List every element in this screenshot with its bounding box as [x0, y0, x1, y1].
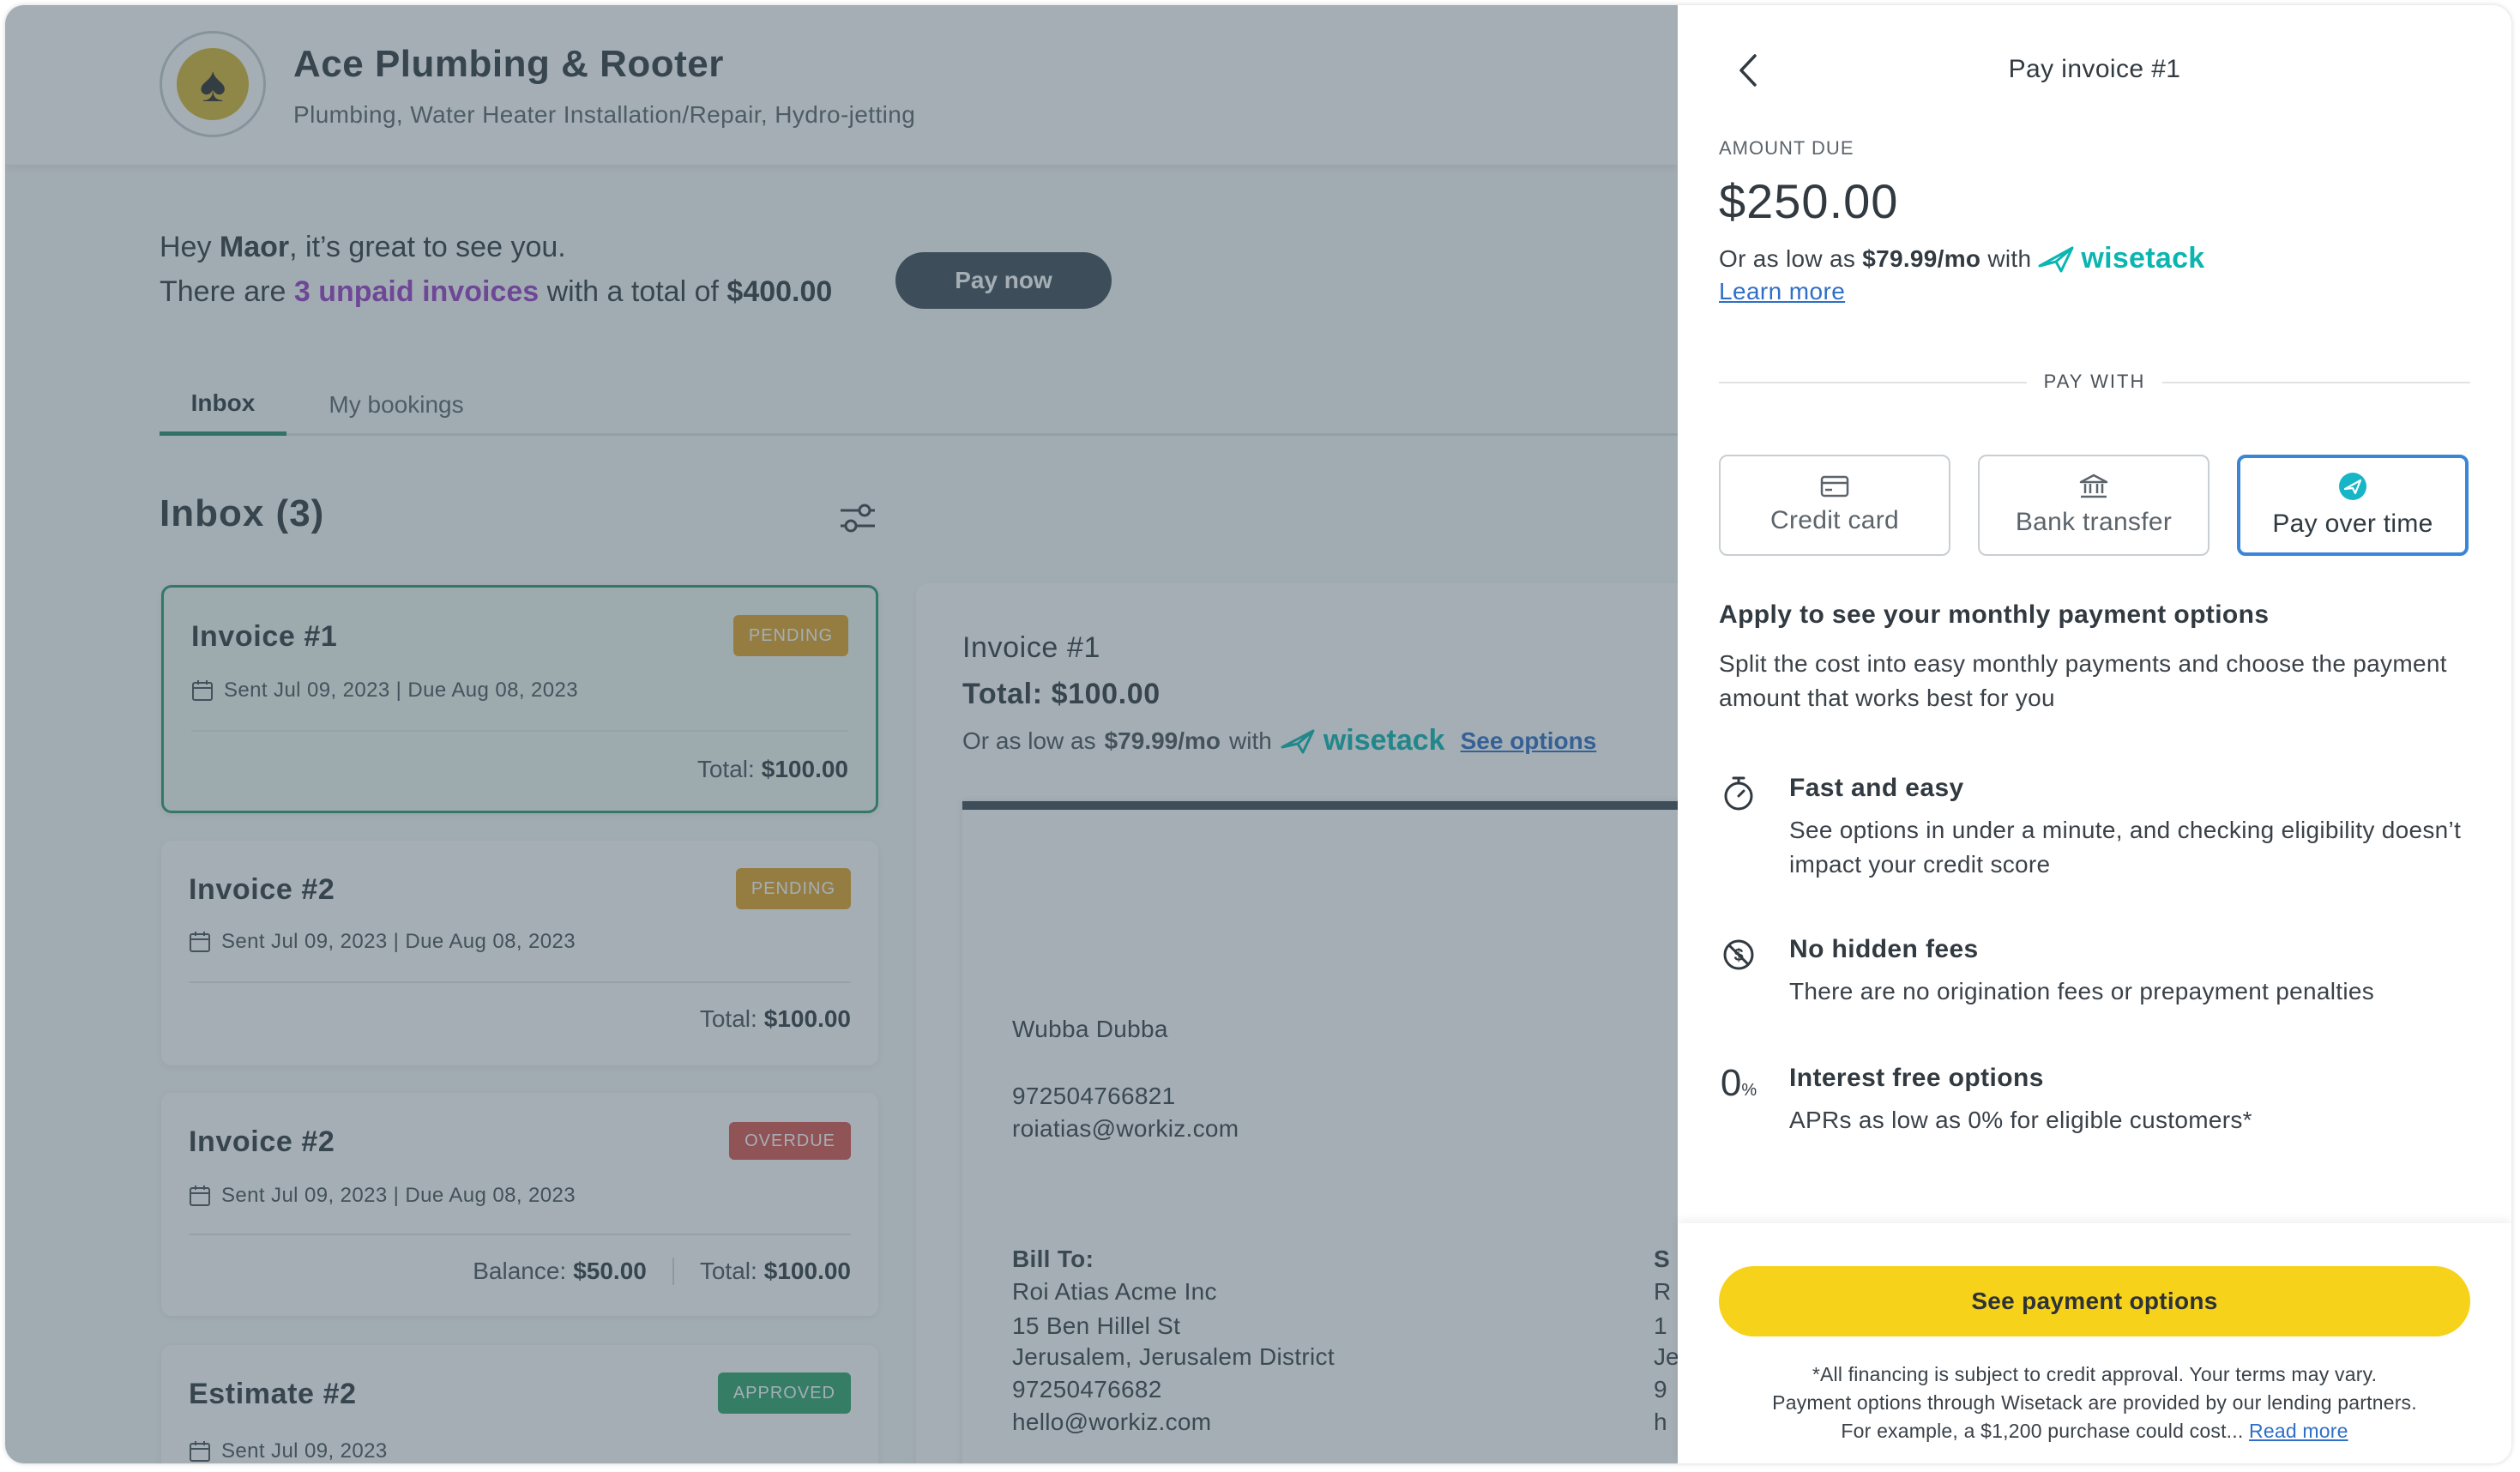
no-fees-icon: $ [1719, 935, 1758, 974]
financing-line: Or as low as $79.99/mo with wisetack [1719, 242, 2205, 275]
zero-digit: 0 [1720, 1062, 1742, 1104]
feature-title: No hidden fees [1789, 935, 1979, 963]
pay-invoice-panel: Pay invoice #1 AMOUNT DUE $250.00 Or as … [1678, 5, 2511, 1463]
amount-due-label: AMOUNT DUE [1719, 137, 1854, 159]
zero-percent-icon: 0% [1719, 1062, 1758, 1104]
method-label: Bank transfer [2015, 508, 2173, 536]
feature-description: There are no origination fees or prepaym… [1789, 978, 2375, 1004]
app-window: ♠ Ace Plumbing & Rooter Plumbing, Water … [5, 5, 2511, 1463]
disclaimer-line: For example, a $1,200 purchase could cos… [1712, 1417, 2477, 1445]
feature-title: Fast and easy [1789, 774, 1964, 802]
modal-backdrop[interactable] [5, 5, 1678, 1463]
bank-icon [2079, 474, 2108, 498]
pay-with-label-wrap: PAY WITH [1719, 371, 2470, 393]
wisetack-bird-icon [2038, 246, 2074, 272]
learn-more-link[interactable]: Learn more [1719, 278, 1845, 305]
method-label: Credit card [1769, 506, 1900, 534]
pay-with-label: PAY WITH [2026, 371, 2163, 392]
disclaimer-line: *All financing is subject to credit appr… [1812, 1363, 2378, 1385]
feature-interest-free: 0% Interest free options APRs as low as … [1719, 1062, 2474, 1133]
feature-description: APRs as low as 0% for eligible customers… [1789, 1107, 2252, 1133]
panel-title: Pay invoice #1 [2008, 55, 2181, 83]
feature-description: See options in under a minute, and check… [1789, 817, 2462, 878]
disclaimer-line: Payment options through Wisetack are pro… [1772, 1391, 2417, 1414]
stopwatch-icon [1719, 774, 1758, 813]
disclaimer-example: For example, a $1,200 purchase could cos… [1841, 1420, 2244, 1442]
method-pay-over-time[interactable]: Pay over time [2237, 455, 2469, 556]
apply-description: Split the cost into easy monthly payment… [1719, 650, 2447, 711]
feature-no-hidden-fees: $ No hidden fees There are no originatio… [1719, 935, 2474, 1004]
lowas-with: with [1987, 244, 2032, 272]
feature-fast-and-easy: Fast and easy See options in under a min… [1719, 774, 2474, 878]
amount-due-value: $250.00 [1719, 174, 1899, 228]
read-more-link[interactable]: Read more [2249, 1420, 2348, 1442]
method-credit-card[interactable]: Credit card [1719, 455, 1950, 556]
method-label: Pay over time [2272, 510, 2433, 538]
see-payment-options-button[interactable]: See payment options [1719, 1266, 2470, 1336]
wisetack-icon [2339, 473, 2366, 500]
feature-title: Interest free options [1789, 1064, 2044, 1092]
wisetack-logo: wisetack [2081, 242, 2205, 274]
credit-card-icon [1820, 475, 1849, 498]
svg-text:$: $ [1733, 946, 1743, 965]
financing-disclaimer: *All financing is subject to credit appr… [1712, 1360, 2477, 1445]
percent-sign: % [1741, 1081, 1757, 1100]
panel-footer: See payment options *All financing is su… [1678, 1223, 2511, 1463]
lowas-prefix: Or as low as [1719, 244, 1856, 272]
method-bank-transfer[interactable]: Bank transfer [1978, 455, 2210, 556]
apply-title: Apply to see your monthly payment option… [1719, 600, 2270, 629]
pay-with-divider: PAY WITH [1719, 367, 2470, 398]
lowas-amount: $79.99/mo [1862, 244, 1981, 272]
